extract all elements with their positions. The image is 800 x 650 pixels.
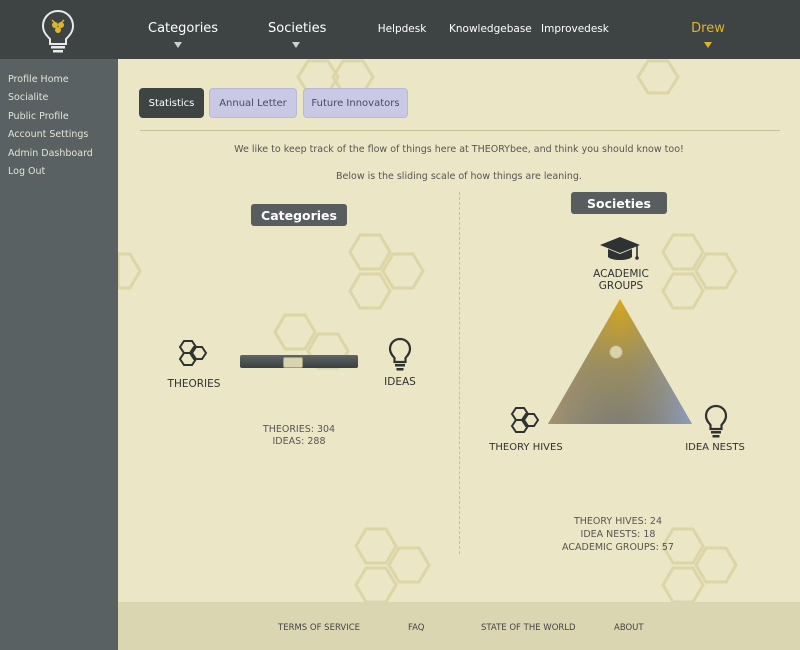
ideas-count: IDEAS: 288 — [272, 436, 326, 447]
nav-helpdesk[interactable]: Helpdesk — [374, 23, 430, 35]
nav-improvedesk[interactable]: Improvedesk — [541, 23, 609, 35]
footer-state-of-world-link[interactable]: STATE OF THE WORLD — [481, 623, 576, 633]
sidebar-item-admin-dashboard[interactable]: Admin Dashboard — [8, 148, 93, 159]
intro-text-2: Below is the sliding scale of how things… — [336, 171, 582, 182]
main-content: Statistics Annual Letter Future Innovato… — [118, 59, 800, 602]
categories-heading: Categories — [251, 204, 347, 226]
divider — [140, 130, 780, 131]
academic-groups-label-line1: ACADEMIC — [593, 268, 649, 280]
sidebar-item-profile-home[interactable]: Profile Home — [8, 74, 69, 85]
chevron-down-icon — [174, 42, 182, 48]
sidebar: Profile Home Socialite Public Profile Ac… — [0, 59, 118, 650]
ideas-label: IDEAS — [384, 376, 416, 388]
nav-categories[interactable]: Categories — [148, 21, 218, 48]
nav-knowledgebase[interactable]: Knowledgebase — [449, 23, 532, 35]
societies-heading: Societies — [571, 192, 667, 214]
societies-triangle-chart — [548, 299, 692, 424]
bulb-logo-icon[interactable] — [40, 8, 76, 54]
theories-count: THEORIES: 304 — [262, 424, 336, 435]
sidebar-item-log-out[interactable]: Log Out — [8, 166, 45, 177]
theory-hives-count: THEORY HIVES: 24 — [573, 516, 663, 527]
chevron-down-icon — [704, 42, 712, 48]
theories-label: THEORIES — [167, 378, 221, 390]
tab-future-innovators[interactable]: Future Innovators — [303, 88, 408, 118]
lightbulb-icon — [704, 404, 728, 438]
user-name: Drew — [691, 21, 725, 36]
chevron-down-icon — [292, 42, 300, 48]
sidebar-item-account-settings[interactable]: Account Settings — [8, 129, 88, 140]
column-divider — [459, 192, 460, 554]
footer: TERMS OF SERVICE FAQ STATE OF THE WORLD … — [118, 602, 800, 650]
graduation-cap-icon — [600, 237, 640, 260]
idea-nests-label: IDEA NESTS — [685, 442, 745, 453]
tab-annual-letter[interactable]: Annual Letter — [209, 88, 297, 118]
nav-societies[interactable]: Societies — [268, 21, 327, 48]
academic-groups-label: ACADEMIC GROUPS — [584, 268, 658, 292]
top-navigation-bar: Categories Societies Helpdesk Knowledgeb… — [0, 0, 800, 59]
footer-terms-link[interactable]: TERMS OF SERVICE — [278, 623, 360, 633]
user-menu[interactable]: Drew — [688, 21, 728, 48]
theory-hives-label: THEORY HIVES — [489, 442, 563, 453]
nav-societies-label: Societies — [268, 21, 327, 36]
academic-groups-label-line2: GROUPS — [598, 280, 644, 292]
academic-groups-count: ACADEMIC GROUPS: 57 — [562, 542, 674, 553]
intro-text-1: We like to keep track of the flow of thi… — [234, 144, 684, 155]
tab-statistics[interactable]: Statistics — [139, 88, 204, 118]
footer-faq-link[interactable]: FAQ — [408, 623, 424, 633]
nav-categories-label: Categories — [148, 21, 219, 36]
categories-slider-thumb[interactable] — [283, 357, 304, 368]
sidebar-item-public-profile[interactable]: Public Profile — [8, 111, 69, 122]
hexagon-cluster-icon — [510, 407, 540, 433]
idea-nests-count: IDEA NESTS: 18 — [580, 529, 656, 540]
footer-about-link[interactable]: ABOUT — [614, 623, 644, 633]
hexagon-cluster-icon — [178, 340, 208, 366]
lightbulb-icon — [388, 337, 412, 371]
societies-position-marker — [608, 345, 623, 360]
sidebar-item-socialite[interactable]: Socialite — [8, 92, 48, 103]
